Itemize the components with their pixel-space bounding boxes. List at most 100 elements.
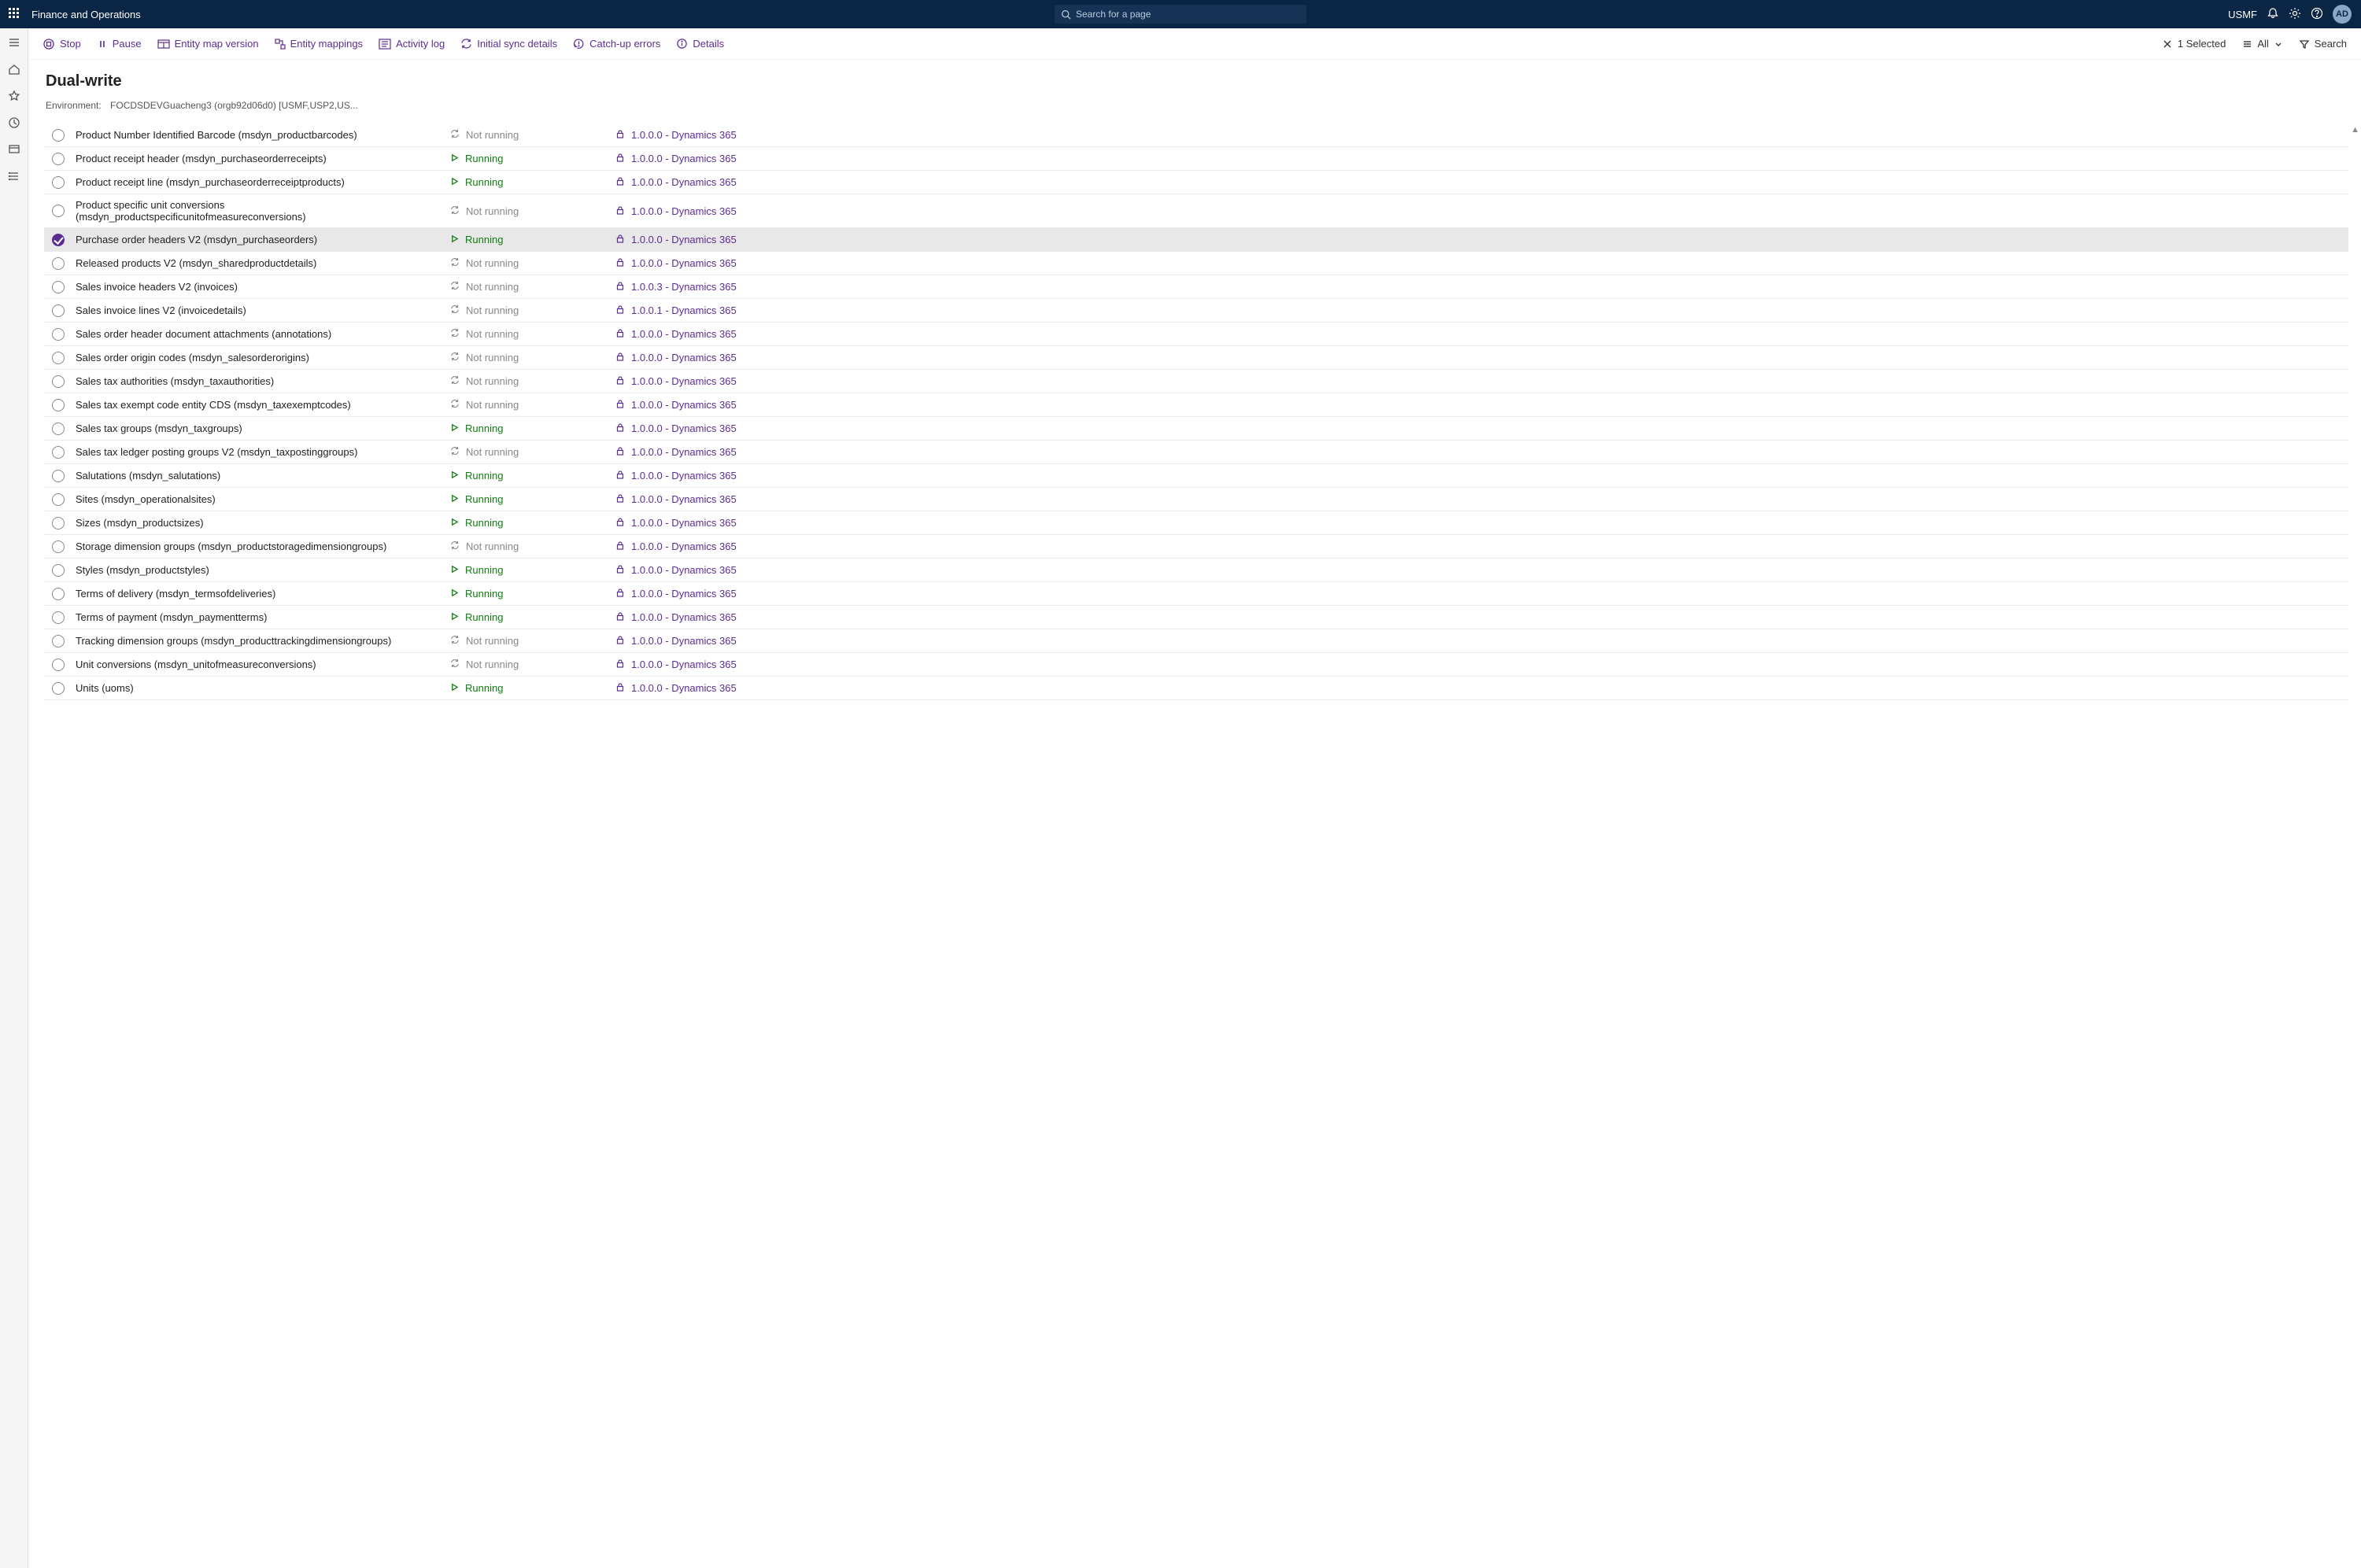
home-icon[interactable] bbox=[6, 61, 22, 77]
table-row[interactable]: Product specific unit conversions (msdyn… bbox=[44, 194, 2348, 228]
row-selector[interactable] bbox=[52, 399, 65, 411]
row-selector[interactable] bbox=[52, 129, 65, 142]
version-cell[interactable]: 1.0.0.3 - Dynamics 365 bbox=[615, 281, 2348, 293]
entity-name: Sales invoice lines V2 (invoicedetails) bbox=[72, 300, 450, 321]
row-selector[interactable] bbox=[52, 257, 65, 270]
version-cell[interactable]: 1.0.0.0 - Dynamics 365 bbox=[615, 422, 2348, 434]
row-selector[interactable] bbox=[52, 540, 65, 553]
table-row[interactable]: Units (uoms)Running1.0.0.0 - Dynamics 36… bbox=[44, 677, 2348, 700]
initial-sync-details-button[interactable]: Initial sync details bbox=[460, 38, 557, 50]
stop-button[interactable]: Stop bbox=[42, 38, 81, 50]
version-cell[interactable]: 1.0.0.0 - Dynamics 365 bbox=[615, 635, 2348, 647]
clear-selection-button[interactable]: 1 Selected bbox=[2162, 38, 2226, 50]
bell-icon[interactable] bbox=[2267, 7, 2279, 22]
version-cell[interactable]: 1.0.0.0 - Dynamics 365 bbox=[615, 659, 2348, 670]
version-cell[interactable]: 1.0.0.0 - Dynamics 365 bbox=[615, 564, 2348, 576]
version-cell[interactable]: 1.0.0.0 - Dynamics 365 bbox=[615, 611, 2348, 623]
table-row[interactable]: Terms of payment (msdyn_paymentterms)Run… bbox=[44, 606, 2348, 629]
table-row[interactable]: Sales order origin codes (msdyn_salesord… bbox=[44, 346, 2348, 370]
catch-up-errors-button[interactable]: Catch-up errors bbox=[573, 38, 660, 50]
table-row[interactable]: Sales tax exempt code entity CDS (msdyn_… bbox=[44, 393, 2348, 417]
environment-label: Environment: bbox=[46, 100, 102, 111]
row-selector[interactable] bbox=[52, 564, 65, 577]
version-cell[interactable]: 1.0.0.0 - Dynamics 365 bbox=[615, 257, 2348, 269]
workspace-icon[interactable] bbox=[6, 142, 22, 157]
clock-icon[interactable] bbox=[6, 115, 22, 131]
all-filter-button[interactable]: All bbox=[2241, 38, 2282, 50]
table-row[interactable]: Released products V2 (msdyn_sharedproduc… bbox=[44, 252, 2348, 275]
version-cell[interactable]: 1.0.0.0 - Dynamics 365 bbox=[615, 540, 2348, 552]
version-cell[interactable]: 1.0.0.0 - Dynamics 365 bbox=[615, 176, 2348, 188]
pause-button[interactable]: Pause bbox=[97, 38, 142, 50]
table-row[interactable]: Sales invoice headers V2 (invoices)Not r… bbox=[44, 275, 2348, 299]
table-row[interactable]: Sales tax authorities (msdyn_taxauthorit… bbox=[44, 370, 2348, 393]
version-cell[interactable]: 1.0.0.0 - Dynamics 365 bbox=[615, 234, 2348, 245]
scroll-up-arrow[interactable]: ▲ bbox=[2351, 125, 2359, 135]
table-row[interactable]: Sales tax groups (msdyn_taxgroups)Runnin… bbox=[44, 417, 2348, 441]
table-row[interactable]: Purchase order headers V2 (msdyn_purchas… bbox=[44, 228, 2348, 252]
version-cell[interactable]: 1.0.0.0 - Dynamics 365 bbox=[615, 682, 2348, 694]
row-selector[interactable] bbox=[52, 176, 65, 189]
version-cell[interactable]: 1.0.0.0 - Dynamics 365 bbox=[615, 129, 2348, 141]
row-selector[interactable] bbox=[52, 352, 65, 364]
table-row[interactable]: Product receipt line (msdyn_purchaseorde… bbox=[44, 171, 2348, 194]
row-selector[interactable] bbox=[52, 517, 65, 529]
table-row[interactable]: Sales invoice lines V2 (invoicedetails)N… bbox=[44, 299, 2348, 323]
row-selector[interactable] bbox=[52, 682, 65, 695]
table-row[interactable]: Product Number Identified Barcode (msdyn… bbox=[44, 124, 2348, 147]
row-selector[interactable] bbox=[52, 234, 65, 246]
version-cell[interactable]: 1.0.0.0 - Dynamics 365 bbox=[615, 517, 2348, 529]
star-icon[interactable] bbox=[6, 88, 22, 104]
table-row[interactable]: Product receipt header (msdyn_purchaseor… bbox=[44, 147, 2348, 171]
version-cell[interactable]: 1.0.0.0 - Dynamics 365 bbox=[615, 470, 2348, 481]
version-cell[interactable]: 1.0.0.0 - Dynamics 365 bbox=[615, 153, 2348, 164]
table-row[interactable]: Terms of delivery (msdyn_termsofdeliveri… bbox=[44, 582, 2348, 606]
table-row[interactable]: Unit conversions (msdyn_unitofmeasurecon… bbox=[44, 653, 2348, 677]
version-cell[interactable]: 1.0.0.0 - Dynamics 365 bbox=[615, 205, 2348, 217]
legal-entity[interactable]: USMF bbox=[2228, 9, 2257, 20]
activity-log-button[interactable]: Activity log bbox=[379, 38, 445, 50]
table-row[interactable]: Sales order header document attachments … bbox=[44, 323, 2348, 346]
modules-icon[interactable] bbox=[6, 168, 22, 184]
table-row[interactable]: Sites (msdyn_operationalsites)Running1.0… bbox=[44, 488, 2348, 511]
version-cell[interactable]: 1.0.0.0 - Dynamics 365 bbox=[615, 588, 2348, 600]
table-row[interactable]: Storage dimension groups (msdyn_products… bbox=[44, 535, 2348, 559]
avatar[interactable]: AD bbox=[2333, 5, 2352, 24]
hamburger-icon[interactable] bbox=[6, 35, 22, 50]
row-selector[interactable] bbox=[52, 446, 65, 459]
gear-icon[interactable] bbox=[2289, 7, 2301, 22]
row-selector[interactable] bbox=[52, 635, 65, 647]
version-cell[interactable]: 1.0.0.1 - Dynamics 365 bbox=[615, 304, 2348, 316]
row-selector[interactable] bbox=[52, 205, 65, 217]
row-selector[interactable] bbox=[52, 328, 65, 341]
row-selector[interactable] bbox=[52, 659, 65, 671]
row-selector[interactable] bbox=[52, 611, 65, 624]
table-row[interactable]: Salutations (msdyn_salutations)Running1.… bbox=[44, 464, 2348, 488]
search-button[interactable]: Search bbox=[2299, 38, 2347, 50]
row-selector[interactable] bbox=[52, 153, 65, 165]
row-selector[interactable] bbox=[52, 588, 65, 600]
details-button[interactable]: Details bbox=[676, 38, 724, 50]
help-icon[interactable] bbox=[2311, 7, 2323, 22]
app-launcher-icon[interactable] bbox=[0, 8, 28, 21]
table-row[interactable]: Styles (msdyn_productstyles)Running1.0.0… bbox=[44, 559, 2348, 582]
row-selector[interactable] bbox=[52, 281, 65, 293]
version-cell[interactable]: 1.0.0.0 - Dynamics 365 bbox=[615, 446, 2348, 458]
entity-mappings-button[interactable]: Entity mappings bbox=[275, 38, 364, 50]
table-row[interactable]: Sizes (msdyn_productsizes)Running1.0.0.0… bbox=[44, 511, 2348, 535]
entity-grid[interactable]: ▲ Product Number Identified Barcode (msd… bbox=[28, 124, 2361, 1568]
version-cell[interactable]: 1.0.0.0 - Dynamics 365 bbox=[615, 493, 2348, 505]
version-cell[interactable]: 1.0.0.0 - Dynamics 365 bbox=[615, 328, 2348, 340]
row-selector[interactable] bbox=[52, 304, 65, 317]
table-row[interactable]: Tracking dimension groups (msdyn_product… bbox=[44, 629, 2348, 653]
row-selector[interactable] bbox=[52, 470, 65, 482]
row-selector[interactable] bbox=[52, 375, 65, 388]
row-selector[interactable] bbox=[52, 422, 65, 435]
version-cell[interactable]: 1.0.0.0 - Dynamics 365 bbox=[615, 352, 2348, 363]
entity-map-version-button[interactable]: Entity map version bbox=[157, 38, 259, 50]
search-box[interactable]: Search for a page bbox=[1055, 5, 1306, 24]
version-cell[interactable]: 1.0.0.0 - Dynamics 365 bbox=[615, 399, 2348, 411]
table-row[interactable]: Sales tax ledger posting groups V2 (msdy… bbox=[44, 441, 2348, 464]
row-selector[interactable] bbox=[52, 493, 65, 506]
version-cell[interactable]: 1.0.0.0 - Dynamics 365 bbox=[615, 375, 2348, 387]
